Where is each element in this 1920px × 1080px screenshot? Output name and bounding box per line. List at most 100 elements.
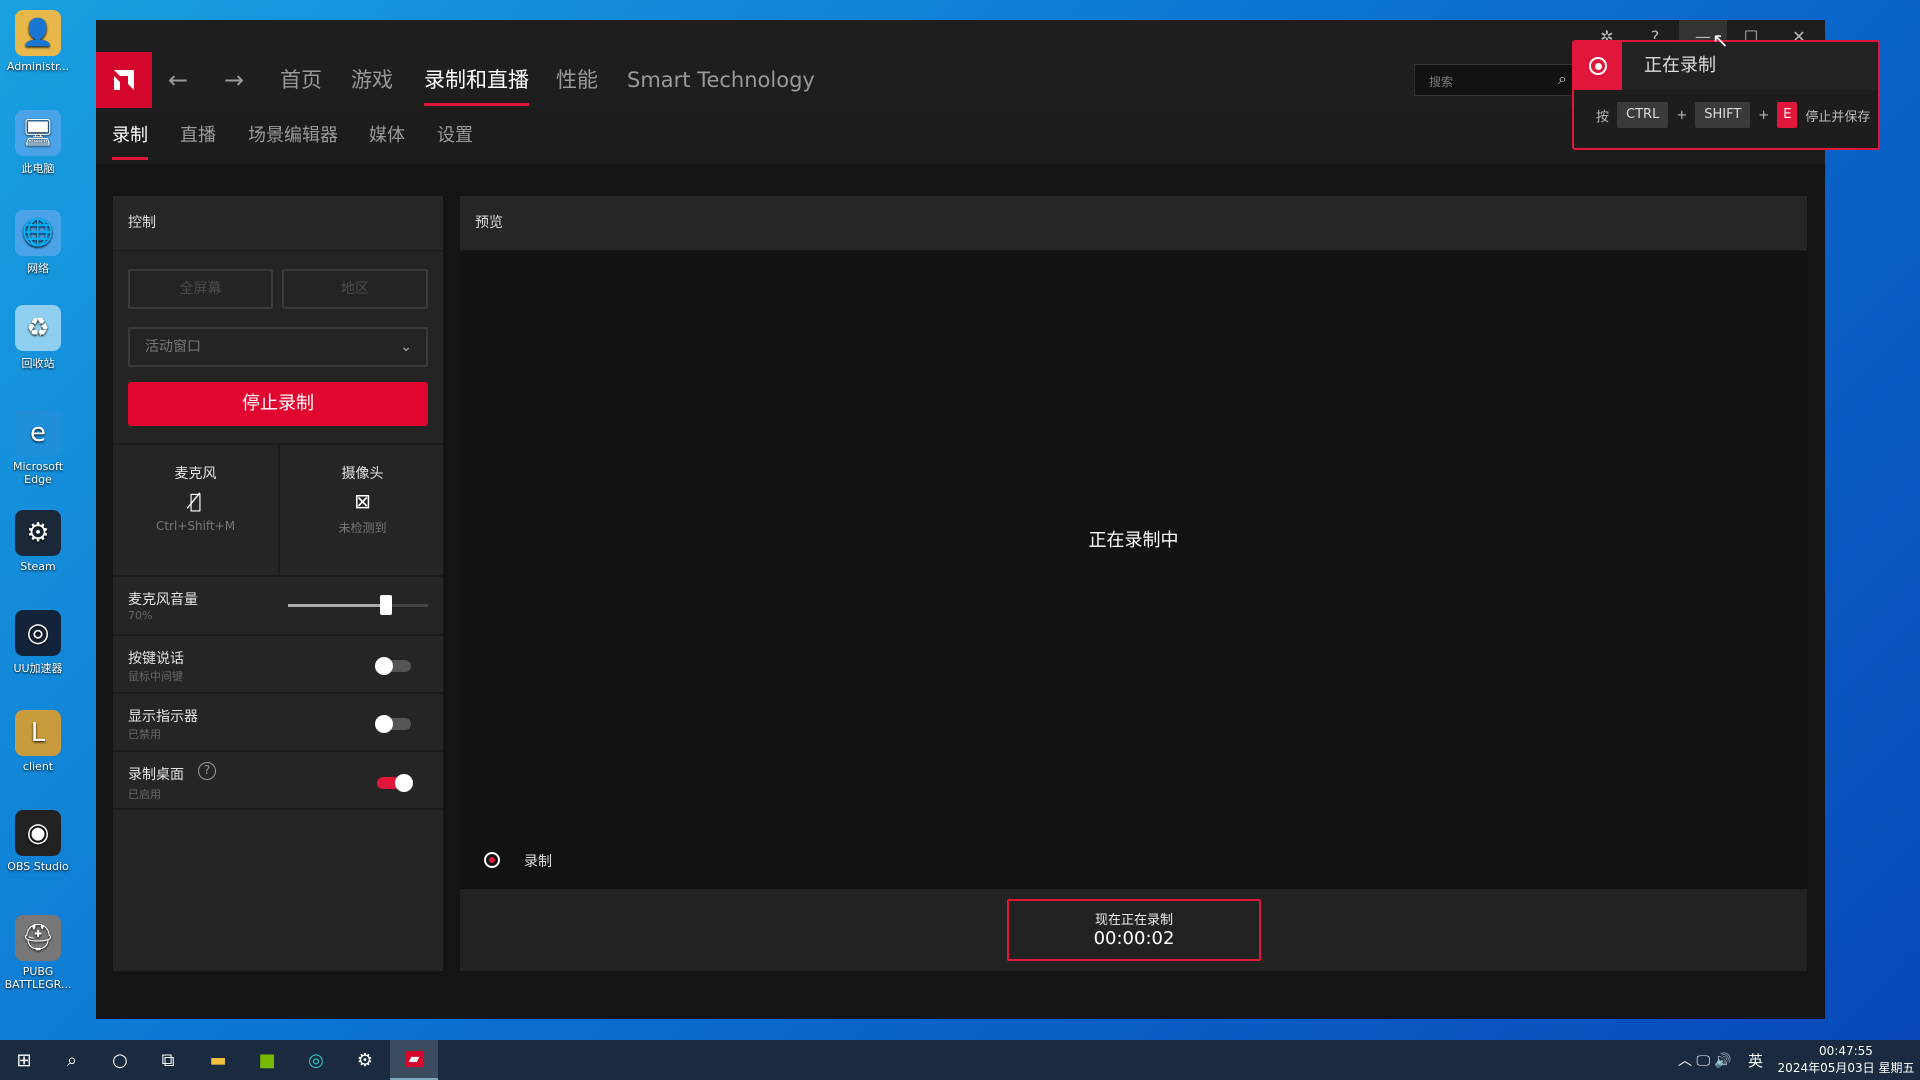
mic-volume-value: 70% bbox=[128, 609, 153, 622]
tab-media[interactable]: 媒体 bbox=[369, 108, 405, 164]
key-ctrl: CTRL bbox=[1617, 102, 1669, 128]
window-select-value: 活动窗口 bbox=[145, 339, 201, 355]
desktop-icon-label: Steam bbox=[20, 560, 56, 573]
forward-arrow-icon[interactable]: → bbox=[224, 52, 244, 108]
recording-notification: 正在录制 按 CTRL + SHIFT + E 停止并保存 bbox=[1572, 40, 1880, 150]
desktop-icon-label: UU加速器 bbox=[13, 662, 63, 675]
ptt-label: 按键说话 bbox=[128, 651, 184, 667]
indicator-toggle[interactable] bbox=[375, 715, 411, 733]
app-icon: 🌐 bbox=[15, 210, 61, 256]
desktop-icon[interactable]: e Microsoft Edge bbox=[0, 410, 76, 486]
camera-toggle[interactable]: 摄像头 ⊠ 未检测到 bbox=[282, 445, 443, 575]
desktop-icon[interactable]: 🖥 此电脑 bbox=[0, 110, 76, 176]
desktop-icon[interactable]: Lclient bbox=[0, 710, 76, 773]
desktop-sub: 已启用 bbox=[128, 788, 161, 801]
microphone-toggle[interactable]: 麦克风 🎙̸ Ctrl+Shift+M bbox=[113, 445, 280, 575]
nav-performance[interactable]: 性能 bbox=[556, 52, 598, 108]
plus: + bbox=[1676, 107, 1688, 123]
desktop-icon[interactable]: ⛑ PUBG BATTLEGR... bbox=[0, 915, 76, 991]
top-nav: ← → 首页 游戏 录制和直播 性能 Smart Technology 搜索 ⌕ bbox=[96, 52, 1825, 108]
amd-logo[interactable] bbox=[96, 52, 152, 108]
record-dot-icon bbox=[484, 852, 500, 868]
record-label: 录制 bbox=[524, 854, 552, 870]
search-input[interactable]: 搜索 ⌕ bbox=[1414, 64, 1574, 96]
ptt-sub: 鼠标中间键 bbox=[128, 670, 183, 683]
desktop-icon[interactable]: ♻ 回收站 bbox=[0, 305, 76, 371]
ptt-toggle[interactable] bbox=[375, 657, 411, 675]
amd-software-taskbar-icon[interactable]: ▰ bbox=[390, 1040, 438, 1080]
desktop-icon-label: 此电脑 bbox=[21, 162, 55, 175]
recording-status: 正在录制中 bbox=[1088, 530, 1179, 551]
region-button[interactable]: 地区 bbox=[282, 269, 428, 309]
windows-start-icon[interactable]: ⊞ bbox=[0, 1040, 48, 1080]
tab-settings[interactable]: 设置 bbox=[437, 108, 473, 164]
amd-software-window: ✲ ? — ☐ ✕ ← → 首页 游戏 录制和直播 性能 Smart Techn… bbox=[96, 20, 1825, 1019]
window-select-dropdown[interactable]: 活动窗口 ⌄ bbox=[128, 327, 428, 367]
mic-label: 麦克风 bbox=[174, 466, 217, 482]
clock[interactable]: 00:47:55 2024年05月03日 星期五 bbox=[1776, 1043, 1916, 1077]
app-icon: ⛑ bbox=[15, 915, 61, 961]
app-icon: e bbox=[15, 410, 61, 456]
fullscreen-button[interactable]: 全屏幕 bbox=[128, 269, 273, 309]
press-label: 按 bbox=[1596, 109, 1610, 125]
uu-accelerator-icon[interactable]: ◎ bbox=[292, 1040, 340, 1080]
desktop-icon[interactable]: ◎ UU加速器 bbox=[0, 610, 76, 676]
slider-thumb[interactable] bbox=[380, 595, 392, 615]
tab-scene-editor[interactable]: 场景编辑器 bbox=[248, 108, 338, 164]
mic-volume-label: 麦克风音量 bbox=[128, 592, 198, 608]
desktop-toggle[interactable] bbox=[377, 774, 413, 792]
search-icon[interactable]: ⌕ bbox=[48, 1040, 96, 1080]
taskbar: ⊞ ⌕ ○ ⧉ ▬ ■ ◎ ⚙ ▰ ︿ 🖵 🔊 英 00:47:55 2024年0… bbox=[0, 1040, 1920, 1080]
task-view-icon[interactable]: ⧉ bbox=[144, 1040, 192, 1080]
search-icon[interactable]: ⌕ bbox=[1558, 69, 1567, 89]
mic-volume-slider[interactable] bbox=[288, 595, 428, 615]
mic-muted-icon: 🎙̸ bbox=[189, 489, 202, 513]
desktop-icon[interactable]: 👤 Administr... bbox=[0, 10, 76, 73]
camera-status: 未检测到 bbox=[338, 521, 387, 535]
nvidia-app-icon[interactable]: ■ bbox=[243, 1040, 291, 1080]
title-bar: ✲ ? — ☐ ✕ bbox=[96, 20, 1825, 52]
nav-record-stream[interactable]: 录制和直播 bbox=[424, 52, 529, 108]
help-icon[interactable]: ? bbox=[198, 762, 216, 780]
desktop-icon[interactable]: ⚙ Steam bbox=[0, 510, 76, 573]
nav-smart-technology[interactable]: Smart Technology bbox=[627, 52, 815, 108]
record-desktop-row: 录制桌面 ? 已启用 bbox=[113, 750, 443, 810]
desktop-icon-label: 网络 bbox=[27, 262, 49, 275]
camera-off-icon: ⊠ bbox=[354, 489, 371, 513]
nav-games[interactable]: 游戏 bbox=[351, 52, 393, 108]
back-arrow-icon[interactable]: ← bbox=[168, 52, 188, 108]
desktop-icon-label: Administr... bbox=[6, 60, 70, 73]
show-indicator-row: 显示指示器 已禁用 bbox=[113, 692, 443, 750]
preview-panel: 预览 正在录制中 录制 现在正在录制 00:00:02 bbox=[460, 196, 1807, 971]
app-icon: ♻ bbox=[15, 305, 61, 351]
now-recording-label: 现在正在录制 bbox=[1094, 913, 1173, 928]
desktop-label: 录制桌面 bbox=[128, 767, 184, 783]
steam-icon[interactable]: ⚙ bbox=[341, 1040, 389, 1080]
notification-title: 正在录制 bbox=[1622, 42, 1878, 90]
push-to-talk-row: 按键说话 鼠标中间键 bbox=[113, 634, 443, 692]
nav-home[interactable]: 首页 bbox=[280, 52, 322, 108]
stop-recording-button[interactable]: 停止录制 bbox=[128, 382, 428, 426]
tab-record[interactable]: 录制 bbox=[112, 108, 148, 164]
shortcut-hint: 按 CTRL + SHIFT + E 停止并保存 bbox=[1596, 102, 1870, 128]
app-icon: ⚙ bbox=[15, 510, 61, 556]
tray-icons[interactable]: ︿ 🖵 🔊 bbox=[1678, 1050, 1732, 1070]
search-placeholder: 搜索 bbox=[1429, 75, 1454, 89]
cortana-icon[interactable]: ○ bbox=[96, 1040, 144, 1080]
file-explorer-icon[interactable]: ▬ bbox=[194, 1040, 242, 1080]
control-panel: 控制 全屏幕 地区 活动窗口 ⌄ 停止录制 麦克风 🎙̸ Ctrl+Shift+M… bbox=[113, 196, 443, 971]
tab-stream[interactable]: 直播 bbox=[180, 108, 216, 164]
desktop-icon-label: PUBG BATTLEGR... bbox=[4, 965, 72, 991]
recording-timer-box: 现在正在录制 00:00:02 bbox=[1007, 899, 1261, 961]
sub-nav: 录制 直播 场景编辑器 媒体 设置 bbox=[96, 108, 1825, 164]
stop-save-label: 停止并保存 bbox=[1805, 109, 1871, 125]
ime-indicator[interactable]: 英 bbox=[1748, 1050, 1763, 1071]
app-icon: ◉ bbox=[15, 810, 61, 856]
mic-volume-row: 麦克风音量 70% bbox=[113, 575, 443, 634]
key-e: E bbox=[1777, 102, 1798, 128]
recording-timer: 00:00:02 bbox=[1093, 928, 1175, 949]
desktop-icon[interactable]: 🌐 网络 bbox=[0, 210, 76, 276]
desktop-icon[interactable]: ◉ OBS Studio bbox=[0, 810, 76, 873]
clock-date: 2024年05月03日 星期五 bbox=[1777, 1061, 1915, 1075]
chevron-down-icon: ⌄ bbox=[400, 339, 412, 355]
